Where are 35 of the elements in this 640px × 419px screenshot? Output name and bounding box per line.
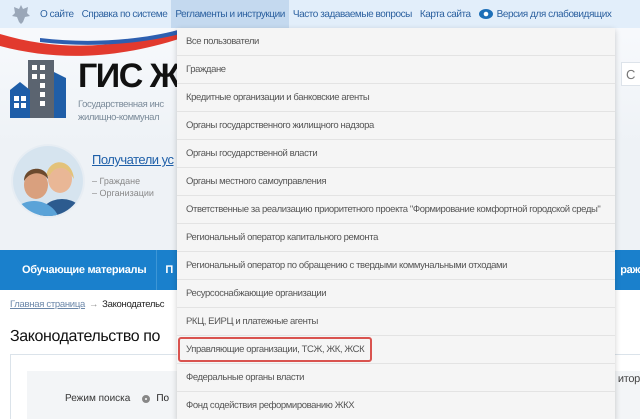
- emblem-icon: [10, 3, 32, 25]
- dropdown-item[interactable]: Органы государственной власти: [178, 141, 326, 166]
- search-field[interactable]: С: [621, 62, 640, 86]
- top-nav-link[interactable]: Регламенты и инструкции: [171, 0, 289, 28]
- top-nav-link[interactable]: Часто задаваемые вопросы: [288, 0, 416, 28]
- breadcrumb-current: Законодательс: [102, 298, 164, 310]
- search-mode-label: Режим поиска: [65, 393, 130, 404]
- eye-icon: [478, 9, 493, 19]
- dropdown-item[interactable]: Региональный оператор по обращению с твердыми коммунальными отходами: [178, 253, 516, 278]
- page-heading: Законодательство по: [10, 328, 160, 346]
- dropdown-item[interactable]: Кредитные организации и банковские агенты: [178, 85, 378, 110]
- top-nav-link[interactable]: Карта сайта: [416, 0, 475, 28]
- breadcrumb-separator: →: [88, 298, 98, 310]
- breadcrumb-link[interactable]: Главная страница: [10, 298, 85, 310]
- dropdown-item[interactable]: Все пользователи: [178, 29, 267, 54]
- dropdown-item[interactable]: Ресурсоснабжающие организации: [178, 281, 334, 306]
- dropdown-item[interactable]: Граждане: [178, 57, 234, 82]
- site-subtitle: Государственная инс: [78, 98, 164, 111]
- dropdown-item[interactable]: Ответственные за реализацию приоритетного проекта "Формирование комфортной городской среды": [178, 197, 608, 222]
- site-subtitle: жилищно-коммунал: [78, 111, 160, 124]
- top-nav-link[interactable]: О сайте: [36, 0, 78, 28]
- radio-button[interactable]: [142, 394, 150, 402]
- panel-text: итор: [618, 373, 640, 385]
- radio-label[interactable]: По: [156, 393, 170, 404]
- top-nav-link[interactable]: Версия для слабовидящих: [474, 0, 616, 28]
- dropdown-item[interactable]: Органы местного самоуправления: [178, 169, 334, 194]
- dropdown-item[interactable]: Федеральные органы власти: [178, 365, 312, 390]
- dropdown-item[interactable]: РКЦ, ЕИРЦ и платежные агенты: [178, 309, 326, 334]
- main-nav-link[interactable]: раж: [620, 264, 640, 276]
- dropdown-item[interactable]: Региональный оператор капитального ремонта: [178, 225, 386, 250]
- dropdown-item[interactable]: Органы государственного жилищного надзора: [178, 113, 382, 138]
- dropdown-item[interactable]: Фонд содействия реформированию ЖКХ: [178, 393, 362, 418]
- top-nav-link[interactable]: Справка по системе: [78, 0, 172, 28]
- audience-link[interactable]: Получатели ус: [92, 152, 174, 167]
- dropdown-item[interactable]: Управляющие организации, ТСЖ, ЖК, ЖСК: [178, 337, 372, 362]
